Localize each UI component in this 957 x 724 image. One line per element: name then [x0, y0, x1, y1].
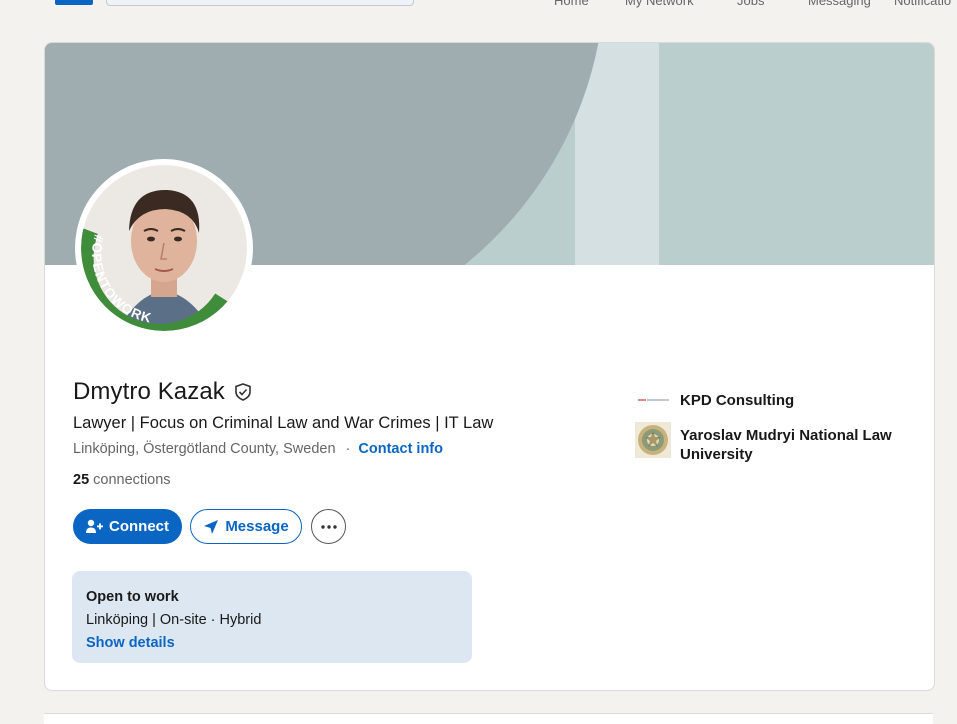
education-item[interactable]: Yaroslav Mudryi National Law University	[635, 422, 900, 464]
nav-home[interactable]: Home	[554, 0, 589, 8]
message-label: Message	[225, 518, 289, 535]
connect-label: Connect	[109, 518, 169, 535]
profile-avatar[interactable]: #OPENTOWORK	[75, 159, 253, 337]
connect-button[interactable]: Connect	[73, 509, 182, 544]
profile-card: #OPENTOWORK Dmytro Kazak Lawyer | Focus …	[44, 42, 935, 691]
send-icon	[203, 519, 219, 535]
university-crest-logo	[635, 422, 671, 458]
search-input[interactable]	[106, 0, 414, 6]
education-label: Yaroslav Mudryi National Law University	[680, 427, 892, 463]
profile-location: Linköping, Östergötland County, Sweden	[73, 441, 336, 457]
profile-name-row: Dmytro Kazak	[73, 378, 253, 406]
open-to-work-card: Open to work Linköping | On-site · Hybri…	[72, 571, 472, 663]
linkedin-logo-icon[interactable]	[55, 0, 93, 5]
connections-count[interactable]: 25 connections	[73, 472, 171, 488]
message-button[interactable]: Message	[190, 509, 302, 544]
connections-number: 25	[73, 472, 90, 488]
nav-my-network[interactable]: My Network	[625, 0, 694, 8]
contact-info-link[interactable]: Contact info	[358, 441, 443, 457]
connections-label: connections	[93, 472, 171, 488]
add-person-icon	[86, 519, 103, 534]
next-card-edge	[44, 713, 933, 724]
shield-check-icon[interactable]	[233, 382, 253, 402]
profile-headline: Lawyer | Focus on Criminal Law and War C…	[73, 414, 494, 432]
profile-name: Dmytro Kazak	[73, 378, 225, 405]
nav-jobs[interactable]: Jobs	[737, 0, 764, 8]
current-company-label: KPD Consulting	[680, 392, 795, 409]
open-to-work-detail: Linköping | On-site · Hybrid	[86, 612, 262, 628]
kpd-consulting-logo	[635, 383, 671, 419]
top-navigation-bar: Home My Network Jobs Messaging Notificat…	[0, 0, 957, 12]
profile-location-row: Linköping, Östergötland County, Sweden ·…	[73, 441, 443, 457]
separator-dot: ·	[345, 441, 351, 457]
current-company-item[interactable]: KPD Consulting	[635, 383, 900, 419]
nav-notifications[interactable]: Notificatio	[894, 0, 951, 8]
nav-messaging[interactable]: Messaging	[808, 0, 871, 8]
avatar-opentowork-frame: #OPENTOWORK	[77, 161, 251, 335]
more-horizontal-icon	[320, 524, 337, 529]
show-details-link[interactable]: Show details	[86, 635, 175, 651]
more-actions-button[interactable]	[311, 509, 346, 544]
open-to-work-title: Open to work	[86, 589, 179, 605]
